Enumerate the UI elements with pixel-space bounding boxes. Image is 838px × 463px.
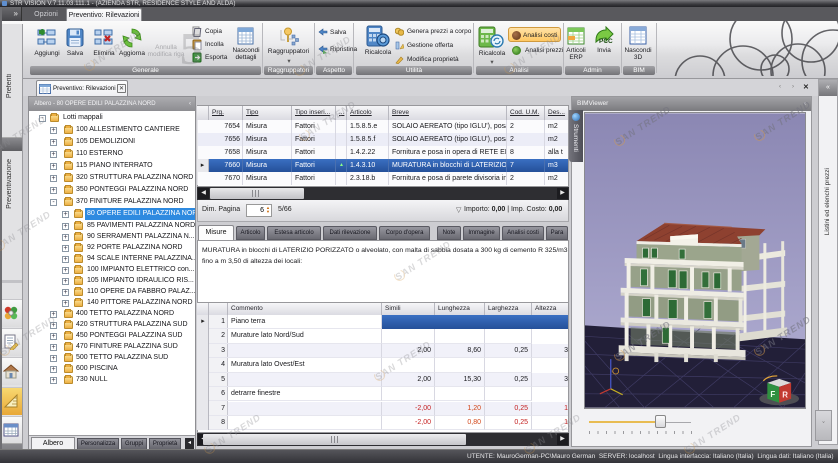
svg-text:F: F [770, 390, 775, 399]
svg-text:PCC: PCC [599, 38, 613, 45]
svg-text:R: R [782, 391, 788, 400]
